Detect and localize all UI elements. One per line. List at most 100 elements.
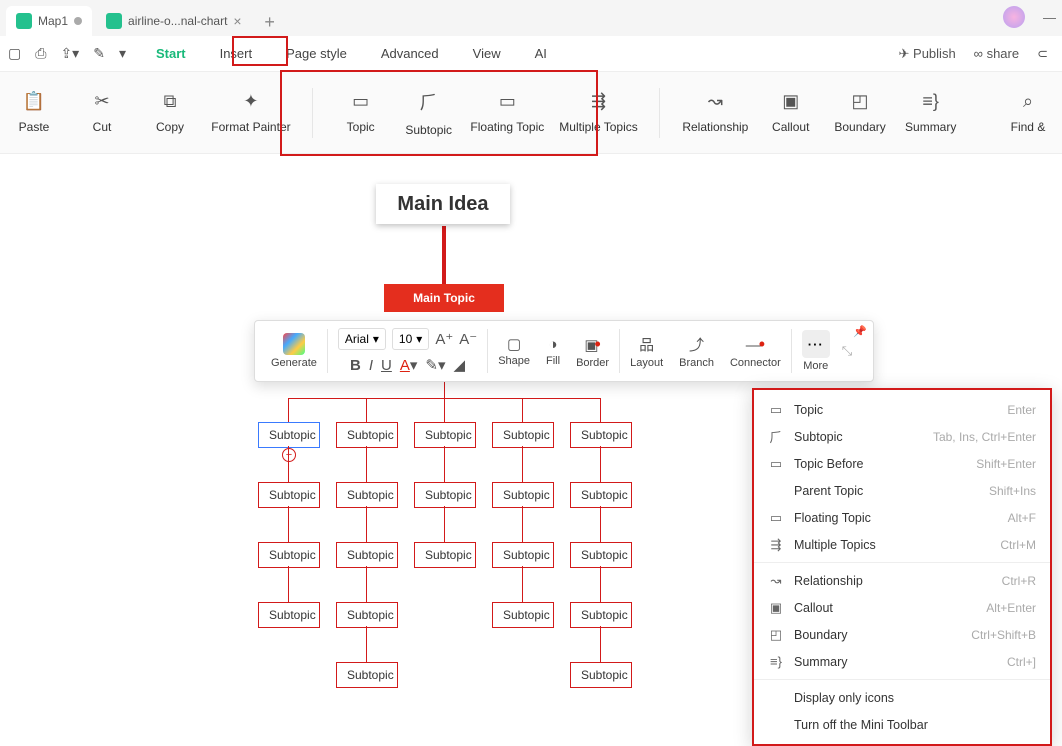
italic-button[interactable]: I bbox=[369, 357, 373, 374]
main-idea-node[interactable]: Main Idea bbox=[376, 184, 510, 224]
context-menu-label: Multiple Topics bbox=[794, 538, 990, 552]
save-icon[interactable]: ▢ bbox=[8, 45, 21, 62]
print-icon[interactable]: ⎙ bbox=[35, 45, 46, 62]
subtopic-node[interactable]: Subtopic bbox=[336, 602, 398, 628]
relationship-icon: ↝ bbox=[768, 573, 784, 589]
find-button[interactable]: ⌕Find & bbox=[1008, 91, 1048, 134]
subtopic-node[interactable]: Subtopic bbox=[570, 662, 632, 688]
subtopic-node[interactable]: Subtopic bbox=[336, 542, 398, 568]
shape-button[interactable]: ▢Shape bbox=[490, 335, 538, 367]
context-menu-item[interactable]: ▭Topic BeforeShift+Enter bbox=[754, 450, 1050, 477]
format-painter-button[interactable]: ✦Format Painter bbox=[218, 91, 284, 134]
decrease-font-icon[interactable]: A⁻ bbox=[459, 330, 477, 348]
font-size-select[interactable]: 10 ▾ bbox=[392, 328, 429, 350]
cut-button[interactable]: ✂Cut bbox=[82, 91, 122, 134]
edit-icon[interactable]: ✎ bbox=[93, 45, 105, 62]
main-topic-node[interactable]: Main Topic bbox=[384, 284, 504, 312]
menu-insert[interactable]: Insert bbox=[220, 46, 253, 61]
multiple-topics-button[interactable]: ⇶Multiple Topics bbox=[566, 91, 631, 134]
expand-icon[interactable]: ⤡ bbox=[842, 343, 852, 359]
subtopic-node[interactable]: Subtopic bbox=[258, 602, 320, 628]
subtopic-node[interactable]: Subtopic bbox=[492, 482, 554, 508]
tab-map1[interactable]: Map1 bbox=[6, 6, 92, 36]
minimize-icon[interactable]: — bbox=[1043, 10, 1056, 25]
font-family-select[interactable]: Arial ▾ bbox=[338, 328, 386, 350]
subtopic-node[interactable]: Subtopic bbox=[336, 482, 398, 508]
menu-ai[interactable]: AI bbox=[535, 46, 547, 61]
generate-section[interactable]: Generate bbox=[263, 333, 325, 369]
context-menu-item[interactable]: ⇶Multiple TopicsCtrl+M bbox=[754, 531, 1050, 558]
context-menu-shortcut: Tab, Ins, Ctrl+Enter bbox=[933, 430, 1036, 444]
menu-advanced[interactable]: Advanced bbox=[381, 46, 439, 61]
fill-button[interactable]: ◑Fill bbox=[538, 336, 568, 367]
topic-button[interactable]: ▭Topic bbox=[341, 91, 381, 134]
underline-button[interactable]: U bbox=[381, 357, 392, 374]
subtopic-node[interactable]: Subtopic bbox=[570, 602, 632, 628]
paste-button[interactable]: 📋Paste bbox=[14, 91, 54, 134]
menu-start[interactable]: Start bbox=[156, 46, 186, 61]
increase-font-icon[interactable]: A⁺ bbox=[435, 330, 453, 348]
separator bbox=[754, 679, 1050, 680]
subtopic-node[interactable]: Subtopic bbox=[414, 542, 476, 568]
context-menu-item[interactable]: ⺁SubtopicTab, Ins, Ctrl+Enter bbox=[754, 423, 1050, 450]
subtopic-node[interactable]: Subtopic bbox=[414, 422, 476, 448]
context-menu-label: Topic bbox=[794, 403, 997, 417]
context-menu-item[interactable]: Turn off the Mini Toolbar bbox=[754, 711, 1050, 738]
copy-button[interactable]: ⧉Copy bbox=[150, 91, 190, 134]
context-menu-item[interactable]: ▭TopicEnter bbox=[754, 396, 1050, 423]
context-menu-item[interactable]: Parent TopicShift+Ins bbox=[754, 477, 1050, 504]
subtopic-button[interactable]: ⺁Subtopic bbox=[409, 89, 449, 137]
collapse-toggle-icon[interactable]: − bbox=[282, 448, 296, 462]
more-button[interactable]: ···More bbox=[794, 330, 838, 372]
context-menu-item[interactable]: ◰BoundaryCtrl+Shift+B bbox=[754, 621, 1050, 648]
paste-icon: 📋 bbox=[23, 91, 45, 112]
pin-icon[interactable]: 📌 bbox=[853, 325, 867, 338]
context-menu-label: Turn off the Mini Toolbar bbox=[794, 718, 1026, 732]
subtopic-node[interactable]: Subtopic bbox=[336, 662, 398, 688]
subtopic-node[interactable]: Subtopic bbox=[492, 422, 554, 448]
subtopic-node[interactable]: Subtopic bbox=[414, 482, 476, 508]
connector-line bbox=[444, 506, 445, 542]
subtopic-node[interactable]: Subtopic bbox=[570, 542, 632, 568]
subtopic-node[interactable]: Subtopic bbox=[492, 602, 554, 628]
more-icon[interactable]: ⊂ bbox=[1037, 46, 1048, 62]
subtopic-node[interactable]: Subtopic bbox=[570, 482, 632, 508]
floating-topic-button[interactable]: ▭Floating Topic bbox=[477, 91, 538, 134]
avatar[interactable] bbox=[1003, 6, 1025, 28]
subtopic-node-selected[interactable]: Subtopic bbox=[258, 422, 320, 448]
connector-button[interactable]: —•Connector bbox=[722, 334, 789, 369]
summary-button[interactable]: ≡}Summary bbox=[909, 91, 952, 134]
context-menu-item[interactable]: ↝RelationshipCtrl+R bbox=[754, 567, 1050, 594]
callout-button[interactable]: ▣Callout bbox=[771, 91, 811, 134]
subtopic-node[interactable]: Subtopic bbox=[258, 542, 320, 568]
new-tab-button[interactable]: + bbox=[256, 8, 284, 36]
menu-caret-icon[interactable]: ▾ bbox=[119, 45, 126, 62]
publish-button[interactable]: ✈ Publish bbox=[899, 46, 956, 62]
menu-page-style[interactable]: Page style bbox=[286, 46, 347, 61]
context-menu-item[interactable]: ≡}SummaryCtrl+] bbox=[754, 648, 1050, 675]
branch-button[interactable]: ⤴Branch bbox=[671, 334, 722, 369]
border-button[interactable]: ▣•Border bbox=[568, 334, 617, 369]
menu-view[interactable]: View bbox=[473, 46, 501, 61]
more-icon: ··· bbox=[802, 330, 830, 358]
boundary-button[interactable]: ◰Boundary bbox=[839, 91, 882, 134]
layout-button[interactable]: 品Layout bbox=[622, 334, 671, 369]
share-button[interactable]: ∞ share bbox=[974, 46, 1019, 61]
font-color-button[interactable]: A▾ bbox=[400, 356, 418, 374]
tab-airline[interactable]: airline-o...nal-chart × bbox=[96, 6, 252, 36]
context-menu-item[interactable]: ▭Floating TopicAlt+F bbox=[754, 504, 1050, 531]
context-menu-item[interactable]: Display only icons bbox=[754, 684, 1050, 711]
clear-format-button[interactable]: ◢ bbox=[454, 356, 466, 374]
subtopic-node[interactable]: Subtopic bbox=[570, 422, 632, 448]
bold-button[interactable]: B bbox=[350, 357, 361, 374]
subtopic-node[interactable]: Subtopic bbox=[258, 482, 320, 508]
ai-icon bbox=[283, 333, 305, 355]
export-icon[interactable]: ⇪▾ bbox=[60, 45, 79, 62]
connector-line bbox=[522, 566, 523, 602]
close-icon[interactable]: × bbox=[233, 13, 241, 29]
relationship-button[interactable]: ↝Relationship bbox=[688, 91, 743, 134]
subtopic-node[interactable]: Subtopic bbox=[336, 422, 398, 448]
highlight-button[interactable]: ✎▾ bbox=[425, 356, 445, 374]
subtopic-node[interactable]: Subtopic bbox=[492, 542, 554, 568]
context-menu-item[interactable]: ▣CalloutAlt+Enter bbox=[754, 594, 1050, 621]
